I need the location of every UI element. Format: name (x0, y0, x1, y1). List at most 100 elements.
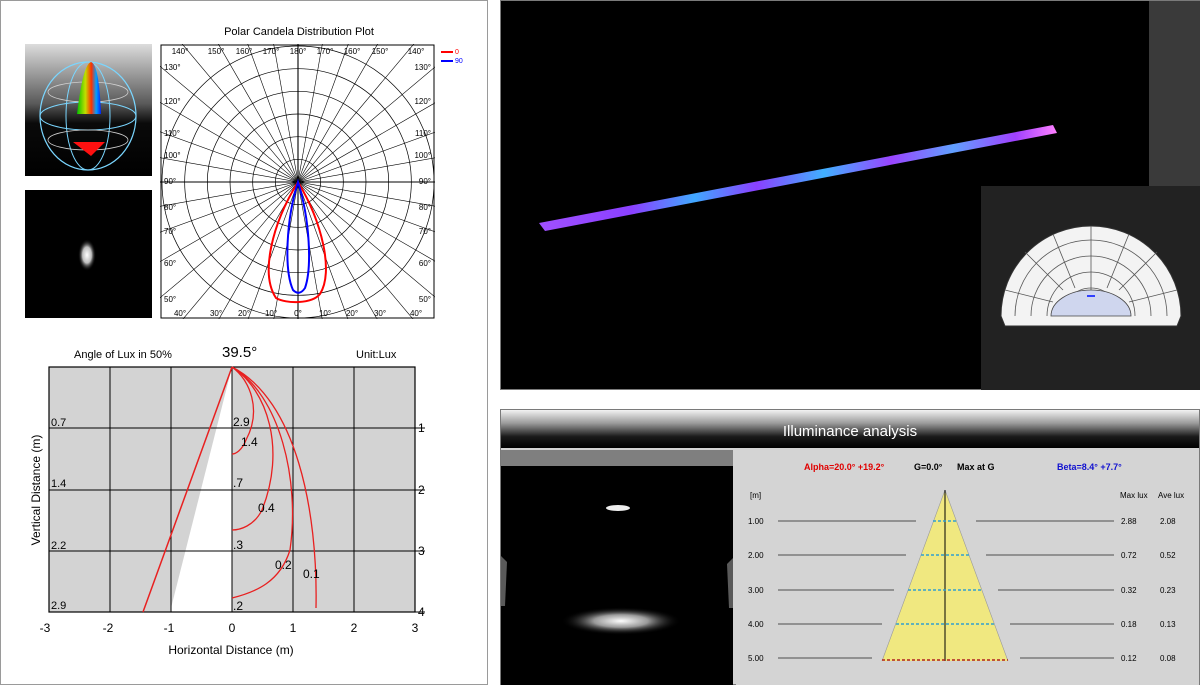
polar-top-label: 170° (263, 47, 280, 56)
contour-label: .7 (233, 476, 243, 490)
polar-left-label: 60° (164, 259, 176, 268)
col-max: Max lux (1120, 491, 1148, 500)
polar-right-label: 110° (415, 129, 431, 138)
legend-item-0: 0 (441, 48, 463, 57)
polar-right-label: 80° (419, 203, 431, 212)
row-ave: 2.08 (1160, 517, 1176, 526)
polar-bottom-label: 20° (238, 309, 250, 318)
illuminance-header: Illuminance analysis (501, 410, 1199, 448)
row-max: 0.12 (1121, 654, 1137, 663)
col-ave: Ave lux (1158, 491, 1184, 500)
polar-left-label: 120° (164, 97, 181, 106)
polar-right-label: 70° (419, 227, 431, 236)
polar-left-label: 130° (164, 63, 181, 72)
right-tick: 2 (418, 483, 425, 497)
row-max: 2.88 (1121, 517, 1137, 526)
polar-legend: 0 90 (441, 48, 463, 66)
x-tick: 2 (351, 621, 358, 635)
illuminance-subbar (501, 450, 733, 466)
lux-cone-chart: 0.7 1.4 2.2 2.9 2.9 1.4 .7 0.4 .3 0.2 0.… (29, 366, 425, 657)
row-ave: 0.52 (1160, 551, 1176, 560)
polar-right-label: 120° (414, 97, 431, 106)
sphere-graphic (39, 61, 137, 171)
row-ave: 0.08 (1160, 654, 1176, 663)
polar-top-label: 140° (408, 47, 425, 56)
polar-right-label: 130° (414, 63, 431, 72)
polar-left-label: 50° (164, 295, 176, 304)
col-unit: [m] (750, 491, 761, 500)
sphere-preview (25, 44, 152, 176)
polar-top-label: 140° (172, 47, 189, 56)
right-tick: 3 (418, 544, 425, 558)
x-tick: 3 (412, 621, 419, 635)
contour-label: 1.4 (241, 435, 258, 449)
contour-label: 2.9 (233, 415, 250, 429)
legend-item-90: 90 (441, 57, 463, 66)
contour-label: 0.2 (275, 558, 292, 572)
polar-bottom-label: 0° (294, 309, 302, 318)
x-tick: -2 (103, 621, 114, 635)
polar-plot-title: Polar Candela Distribution Plot (224, 26, 374, 38)
polar-left-label: 90° (164, 177, 176, 186)
polar-top-label: 150° (372, 47, 389, 56)
polar-bottom-label: 10° (319, 309, 331, 318)
max-at-label: Max at G (957, 462, 995, 472)
beam-spot-preview (25, 190, 152, 318)
polar-bottom-label: 40° (410, 309, 422, 318)
diameter-label: 2.9 (51, 600, 66, 612)
row-ave: 0.23 (1160, 586, 1176, 595)
polar-top-label: 180° (290, 47, 307, 56)
polar-top-label: 170° (317, 47, 334, 56)
polar-left-label: 110° (164, 129, 180, 138)
beta-label: Beta=8.4° +7.7° (1057, 462, 1122, 472)
right-tick: 1 (418, 421, 425, 435)
row-ave: 0.13 (1160, 620, 1176, 629)
x-tick: -3 (40, 621, 51, 635)
diameter-label: 0.7 (51, 417, 66, 429)
row-distance: 5.00 (748, 654, 764, 663)
polar-bottom-label: 40° (174, 309, 186, 318)
row-distance: 1.00 (748, 517, 764, 526)
diameter-label: 2.2 (51, 540, 66, 552)
alpha-label: Alpha=20.0° +19.2° (804, 462, 885, 472)
contour-label: 0.1 (303, 567, 320, 581)
illuminance-title: Illuminance analysis (782, 423, 918, 440)
polar-right-label: 60° (419, 259, 431, 268)
x-tick: 1 (290, 621, 297, 635)
x-tick: 0 (229, 621, 236, 635)
analysis-chart-area: Alpha=20.0° +19.2° G=0.0° Max at G Beta=… (736, 450, 1199, 685)
contour-label: .3 (233, 538, 243, 552)
polar-bottom-label: 30° (210, 309, 222, 318)
polar-left-label: 100° (164, 151, 181, 160)
diameter-label: 1.4 (51, 478, 66, 490)
contour-label: .2 (233, 599, 243, 613)
polar-left-label: 70° (164, 227, 176, 236)
row-distance: 4.00 (748, 620, 764, 629)
row-max: 0.18 (1121, 620, 1137, 629)
polar-top-label: 150° (208, 47, 225, 56)
light-spot-view[interactable] (501, 466, 733, 685)
dome-inset-view[interactable] (981, 186, 1200, 390)
app-root: Polar Candela Distribution Plot 140° 150°… (0, 0, 1200, 685)
y-axis-label: Vertical Distance (m) (29, 435, 43, 546)
polar-right-label: 50° (419, 295, 431, 304)
polar-bottom-label: 30° (374, 309, 386, 318)
x-tick: -1 (164, 621, 175, 635)
polar-candela-plot: 140° 150° 160° 170° 180° 170° 160° 150° 140° 40° 3… (160, 44, 435, 319)
angle-of-lux-value: 39.5° (222, 344, 258, 361)
polar-left-label: 80° (164, 203, 176, 212)
contour-label: 0.4 (258, 501, 275, 515)
polar-right-label: 100° (414, 151, 431, 160)
right-tick: 4 (418, 605, 425, 619)
g-label: G=0.0° (914, 462, 943, 472)
row-distance: 2.00 (748, 551, 764, 560)
row-max: 0.72 (1121, 551, 1137, 560)
polar-top-label: 160° (236, 47, 253, 56)
row-max: 0.32 (1121, 586, 1137, 595)
x-axis-label: Horizontal Distance (m) (168, 643, 293, 657)
row-distance: 3.00 (748, 586, 764, 595)
polar-bottom-label: 10° (265, 309, 277, 318)
polar-right-label: 90° (419, 177, 431, 186)
polar-bottom-label: 20° (346, 309, 358, 318)
polar-top-label: 160° (344, 47, 361, 56)
